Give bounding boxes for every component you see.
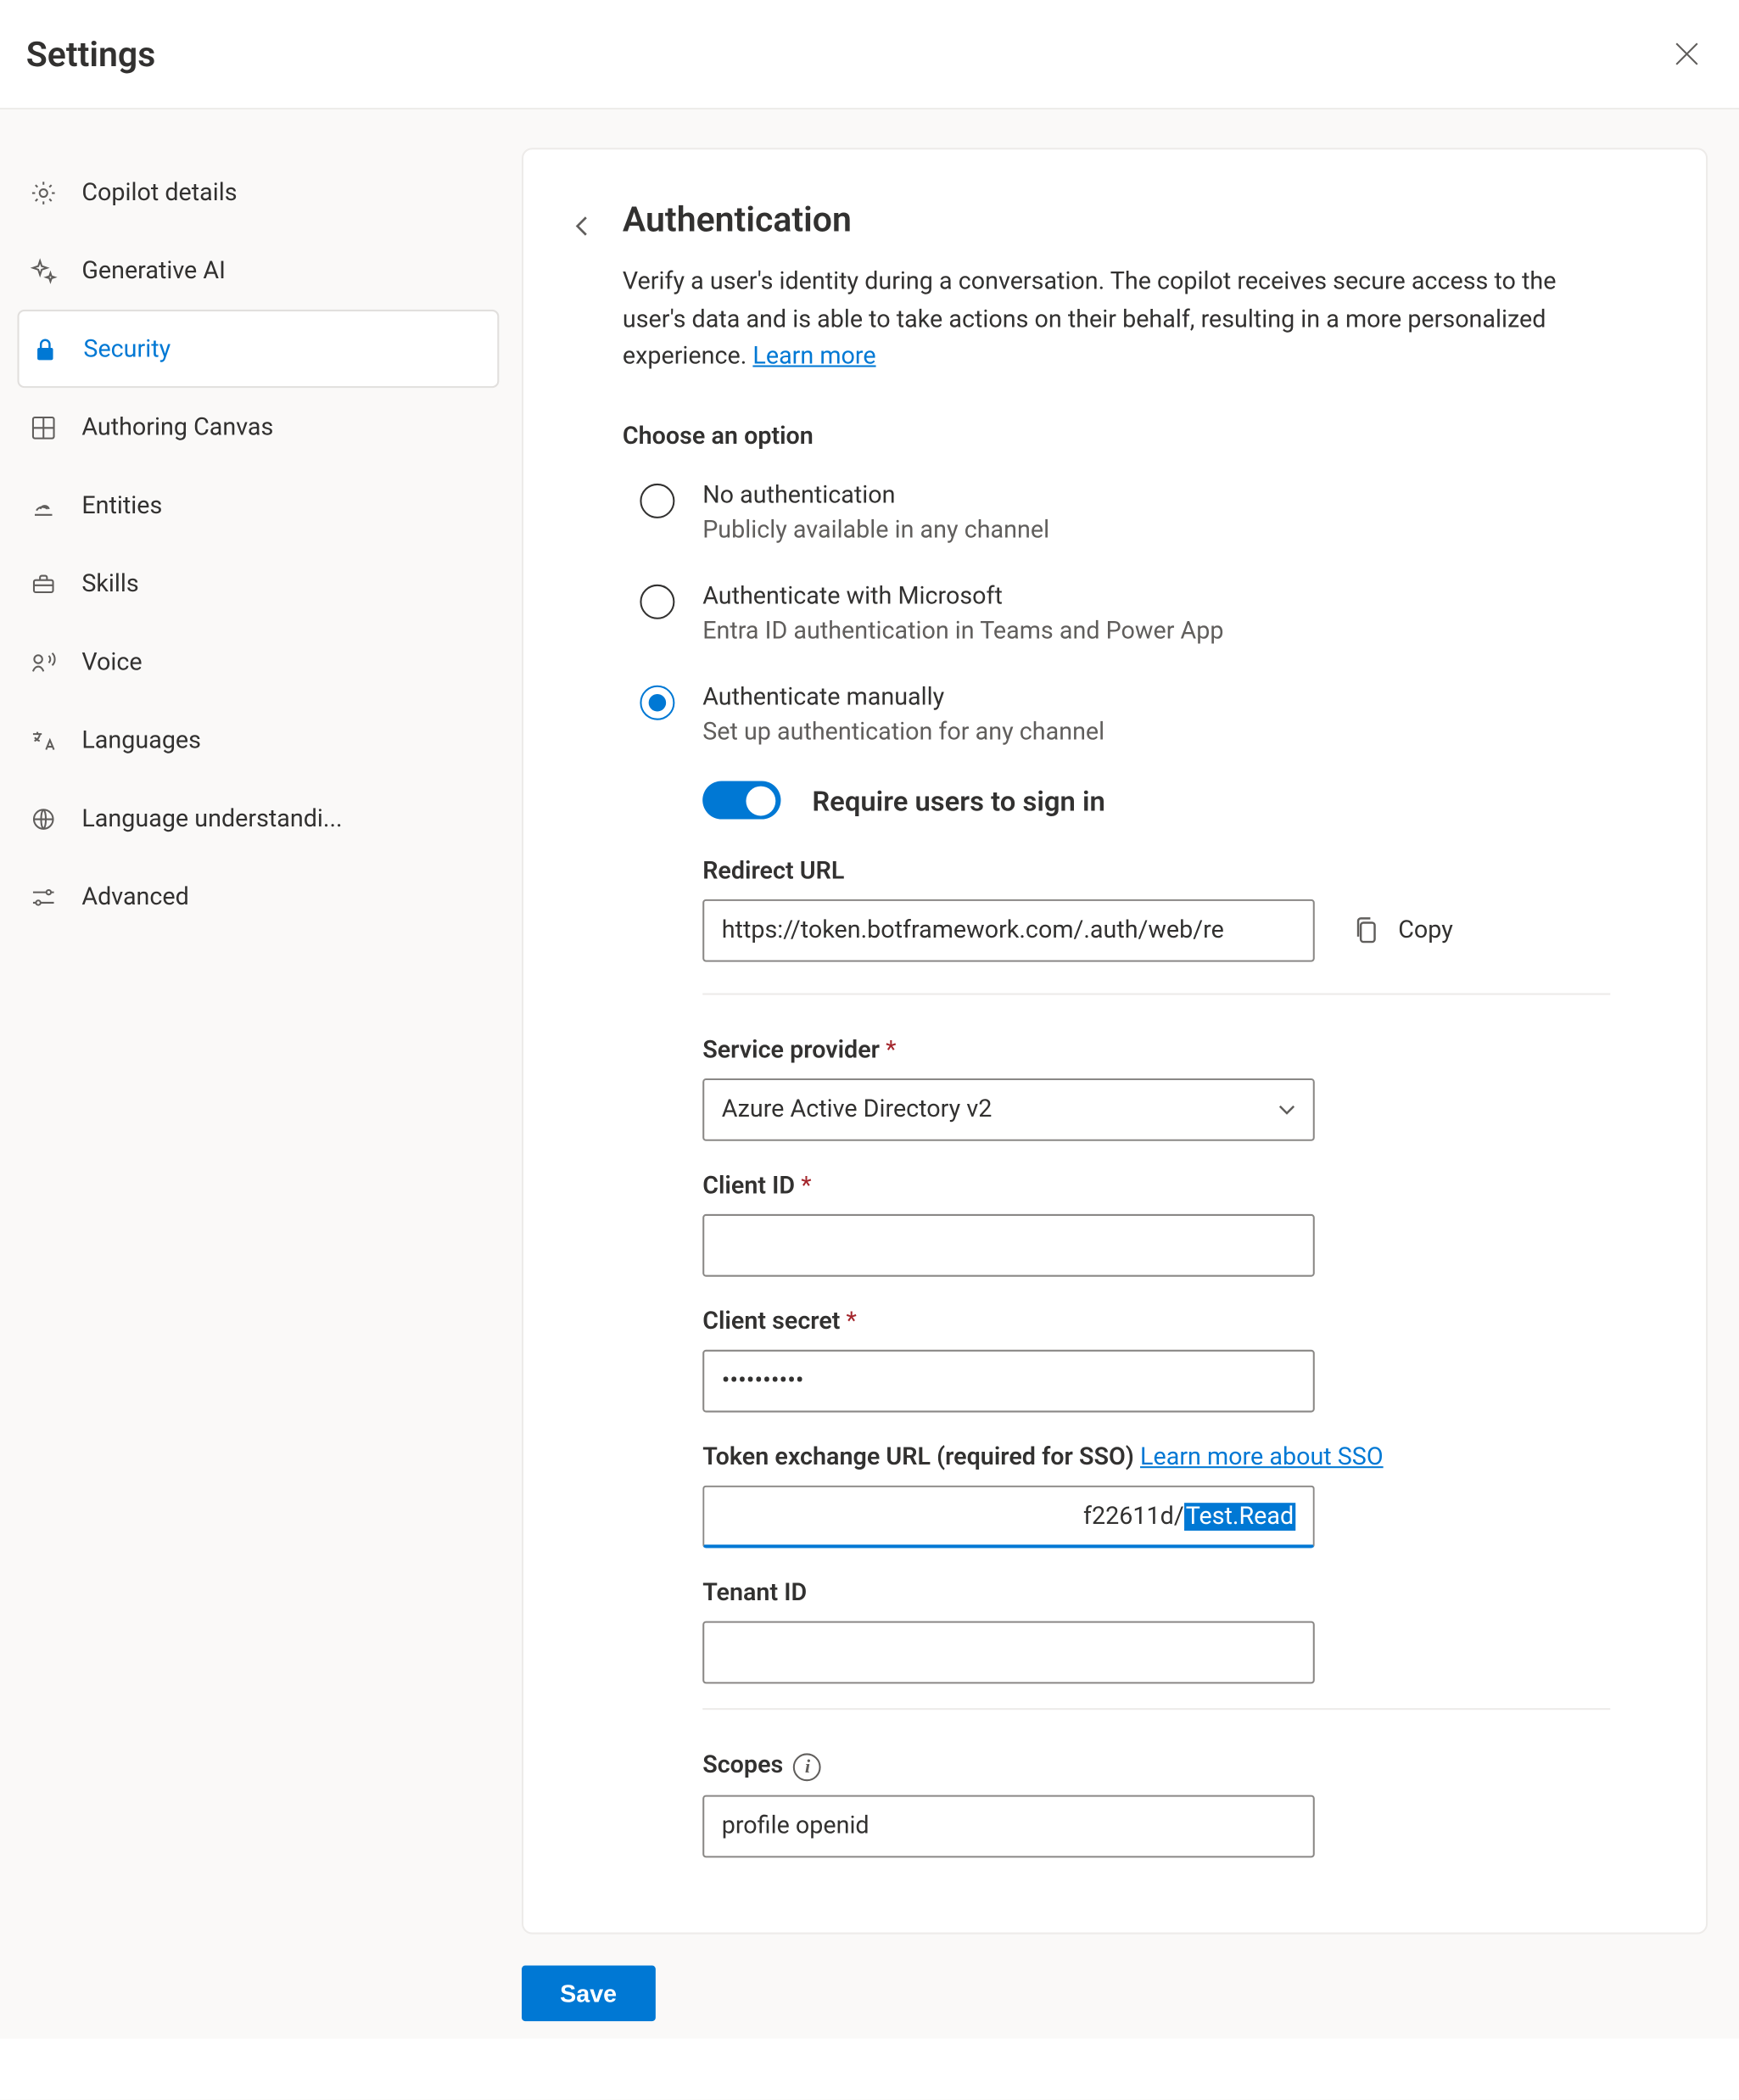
radio-no-authentication[interactable] bbox=[640, 484, 674, 518]
tenant-id-label: Tenant ID bbox=[702, 1580, 1610, 1608]
sliders-icon bbox=[26, 879, 61, 914]
copy-icon bbox=[1353, 915, 1381, 946]
authentication-card: Authentication Verify a user's identity … bbox=[522, 148, 1708, 1934]
choose-option-label: Choose an option bbox=[623, 423, 1610, 451]
service-provider-label: Service provider bbox=[702, 1037, 1610, 1065]
token-exchange-input[interactable]: f22611d/Test.Read bbox=[702, 1486, 1315, 1548]
sidebar: Copilot details Generative AI Security A… bbox=[0, 109, 522, 2038]
text-underline-icon bbox=[26, 488, 61, 523]
radio-label: Authenticate with Microsoft bbox=[702, 583, 1223, 611]
back-button[interactable] bbox=[567, 202, 598, 250]
gear-icon bbox=[26, 175, 61, 210]
token-exchange-value-plain: f22611d/ bbox=[1083, 1502, 1184, 1530]
require-signin-label: Require users to sign in bbox=[812, 784, 1104, 817]
radio-authenticate-microsoft[interactable] bbox=[640, 585, 674, 619]
scopes-label-text: Scopes bbox=[702, 1751, 783, 1779]
sidebar-item-language-understanding[interactable]: Language understandi... bbox=[18, 779, 500, 857]
radio-subtext: Entra ID authentication in Teams and Pow… bbox=[702, 618, 1223, 646]
sidebar-item-label: Skills bbox=[81, 569, 138, 597]
client-id-label: Client ID bbox=[702, 1173, 1610, 1201]
sidebar-item-label: Voice bbox=[81, 648, 142, 676]
sidebar-item-label: Advanced bbox=[81, 882, 188, 910]
radio-subtext: Set up authentication for any channel bbox=[702, 719, 1104, 747]
sidebar-item-label: Entities bbox=[81, 491, 162, 519]
learn-more-sso-link[interactable]: Learn more about SSO bbox=[1140, 1444, 1384, 1472]
divider bbox=[702, 1708, 1610, 1710]
learn-more-link[interactable]: Learn more bbox=[752, 344, 875, 372]
sidebar-item-skills[interactable]: Skills bbox=[18, 545, 500, 623]
sidebar-item-generative-ai[interactable]: Generative AI bbox=[18, 232, 500, 310]
sidebar-item-label: Security bbox=[83, 335, 171, 363]
radio-label: Authenticate manually bbox=[702, 684, 1104, 712]
copy-label: Copy bbox=[1398, 916, 1453, 944]
client-secret-input[interactable] bbox=[702, 1350, 1315, 1413]
scopes-label: Scopesi bbox=[702, 1751, 1610, 1781]
radio-label: No authentication bbox=[702, 482, 1049, 510]
sidebar-item-label: Generative AI bbox=[81, 256, 226, 284]
scopes-input[interactable] bbox=[702, 1795, 1315, 1858]
sidebar-item-voice[interactable]: Voice bbox=[18, 623, 500, 701]
tenant-id-input[interactable] bbox=[702, 1621, 1315, 1684]
section-description: Verify a user's identity during a conver… bbox=[623, 265, 1610, 378]
radio-subtext: Publicly available in any channel bbox=[702, 517, 1049, 545]
sidebar-item-languages[interactable]: Languages bbox=[18, 701, 500, 779]
radio-authenticate-manually[interactable] bbox=[640, 686, 674, 720]
redirect-url-input[interactable] bbox=[702, 899, 1315, 962]
sidebar-item-security[interactable]: Security bbox=[18, 310, 500, 388]
service-provider-select[interactable] bbox=[702, 1078, 1315, 1141]
sidebar-item-entities[interactable]: Entities bbox=[18, 466, 500, 544]
close-button[interactable] bbox=[1666, 33, 1708, 75]
save-button[interactable]: Save bbox=[522, 1966, 655, 2022]
copy-button[interactable]: Copy bbox=[1353, 915, 1453, 946]
token-exchange-label-text: Token exchange URL (required for SSO) bbox=[702, 1444, 1140, 1472]
toolbox-icon bbox=[26, 566, 61, 601]
sidebar-item-label: Copilot details bbox=[81, 178, 237, 206]
globe-icon bbox=[26, 801, 61, 836]
sidebar-item-copilot-details[interactable]: Copilot details bbox=[18, 153, 500, 231]
sidebar-item-label: Authoring Canvas bbox=[81, 413, 273, 441]
token-exchange-value-selected: Test.Read bbox=[1184, 1502, 1296, 1530]
grid-icon bbox=[26, 410, 61, 445]
client-secret-label: Client secret bbox=[702, 1308, 1610, 1336]
lock-icon bbox=[28, 332, 63, 367]
section-title: Authentication bbox=[623, 199, 1610, 240]
divider bbox=[702, 994, 1610, 995]
translate-icon bbox=[26, 723, 61, 758]
sidebar-item-authoring-canvas[interactable]: Authoring Canvas bbox=[18, 388, 500, 466]
sparkle-icon bbox=[26, 253, 61, 288]
header: Settings bbox=[0, 0, 1739, 109]
voice-icon bbox=[26, 645, 61, 680]
info-icon[interactable]: i bbox=[794, 1754, 822, 1782]
sidebar-item-label: Language understandi... bbox=[81, 804, 342, 832]
client-id-input[interactable] bbox=[702, 1214, 1315, 1277]
require-signin-toggle[interactable] bbox=[702, 781, 780, 820]
redirect-url-label: Redirect URL bbox=[702, 858, 1610, 886]
close-icon bbox=[1675, 42, 1699, 66]
sidebar-item-advanced[interactable]: Advanced bbox=[18, 858, 500, 936]
token-exchange-label: Token exchange URL (required for SSO) Le… bbox=[702, 1444, 1610, 1472]
chevron-left-icon bbox=[572, 214, 593, 238]
sidebar-item-label: Languages bbox=[81, 726, 201, 754]
page-title: Settings bbox=[26, 33, 1666, 75]
